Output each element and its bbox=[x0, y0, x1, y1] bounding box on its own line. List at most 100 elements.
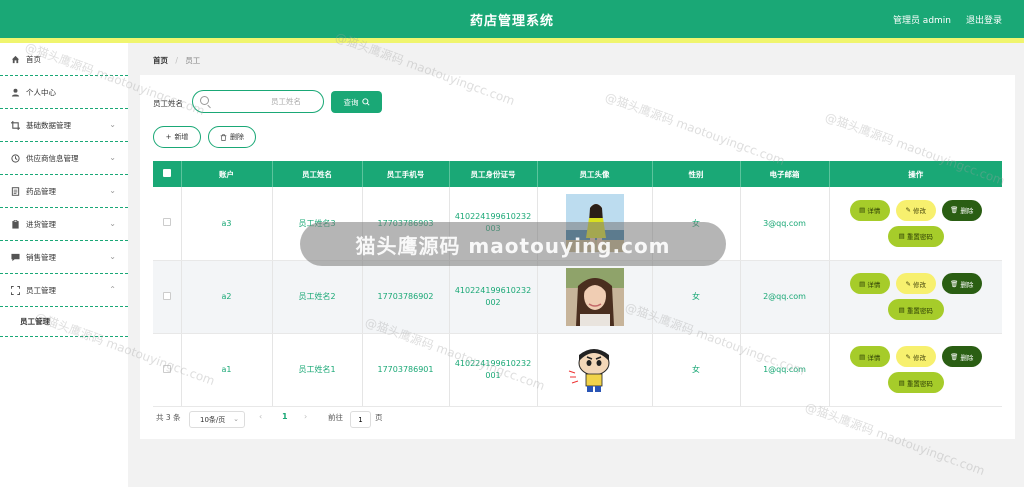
table-header: 操作 bbox=[829, 161, 1002, 187]
reset-password-button[interactable]: ▤ 重置密码 bbox=[887, 372, 944, 393]
table-header: 员工手机号 bbox=[362, 161, 450, 187]
gender-cell: 女 bbox=[652, 260, 741, 334]
chevron-down-icon: ⌄ bbox=[109, 153, 116, 162]
sidebar-item-purchase[interactable]: 进货管理 ⌄ bbox=[0, 208, 128, 241]
detail-label: 详情 bbox=[867, 280, 881, 289]
document-icon: ▤ bbox=[898, 232, 905, 241]
sidebar: 首页 个人中心 基础数据管理 ⌄ 供应商信息管理 ⌄ 药品管理 ⌄ 进货管理 ⌄ bbox=[0, 43, 128, 487]
user-icon bbox=[10, 87, 20, 97]
chevron-down-icon: ⌄ bbox=[233, 415, 239, 423]
delete-label: 删除 bbox=[960, 207, 974, 216]
plus-icon: + bbox=[165, 133, 172, 141]
trash-icon bbox=[220, 133, 227, 141]
row-checkbox[interactable] bbox=[162, 364, 171, 373]
sidebar-item-home[interactable]: 首页 bbox=[0, 43, 128, 76]
table-header: 性别 bbox=[652, 161, 741, 187]
sidebar-item-medicine[interactable]: 药品管理 ⌄ bbox=[0, 175, 128, 208]
breadcrumb: 首页 / 员工 bbox=[153, 55, 200, 66]
goto-label: 前往 bbox=[328, 413, 343, 422]
detail-button[interactable]: ▤ 详情 bbox=[849, 199, 890, 221]
delete-button[interactable]: 🗑 删除 bbox=[941, 199, 982, 221]
breadcrumb-separator: / bbox=[175, 56, 178, 65]
page-number-current[interactable]: 1 bbox=[282, 412, 288, 421]
edit-label: 修改 bbox=[912, 353, 926, 362]
header-accent-strip bbox=[0, 38, 1024, 43]
detail-label: 详情 bbox=[867, 207, 881, 216]
query-button[interactable]: 查询 bbox=[331, 91, 382, 113]
logout-link[interactable]: 退出登录 bbox=[966, 13, 1002, 26]
account-cell: a2 bbox=[181, 260, 273, 334]
gender-cell: 女 bbox=[652, 333, 741, 407]
email-cell: 3@qq.com bbox=[740, 187, 830, 261]
avatar-cell bbox=[537, 260, 653, 334]
page-size-select[interactable]: 10条/页 ⌄ bbox=[189, 411, 245, 428]
search-label: 员工姓名 bbox=[153, 99, 183, 108]
id-card-cell: 410224199610232001 bbox=[454, 358, 532, 380]
document-icon: ▤ bbox=[898, 305, 905, 314]
table-header-row: 账户 员工姓名 员工手机号 员工身份证号 员工头像 性别 电子邮箱 操作 bbox=[153, 161, 1002, 187]
chevron-down-icon: ⌄ bbox=[109, 252, 116, 261]
search-input[interactable] bbox=[215, 94, 315, 109]
document-icon: ▤ bbox=[859, 279, 866, 288]
edit-label: 修改 bbox=[912, 207, 926, 216]
table-header: 员工身份证号 bbox=[449, 161, 538, 187]
delete-label: 删除 bbox=[960, 353, 974, 362]
document-icon: ▤ bbox=[859, 206, 866, 215]
sidebar-item-label: 药品管理 bbox=[26, 186, 56, 196]
avatar-cell bbox=[537, 333, 653, 407]
phone-cell: 17703786901 bbox=[362, 333, 450, 407]
reset-password-button[interactable]: ▤ 重置密码 bbox=[887, 225, 944, 247]
page-unit-label: 页 bbox=[375, 413, 383, 422]
table-row: a1 员工姓名1 17703786901 410224199610232001 bbox=[153, 333, 1002, 407]
table-header: 电子邮箱 bbox=[740, 161, 830, 187]
sidebar-item-label: 供应商信息管理 bbox=[26, 153, 79, 163]
sidebar-item-profile[interactable]: 个人中心 bbox=[0, 76, 128, 109]
breadcrumb-home[interactable]: 首页 bbox=[153, 56, 168, 65]
phone-cell: 17703786902 bbox=[362, 260, 450, 334]
avatar[interactable] bbox=[565, 340, 624, 399]
edit-button[interactable]: ✎ 修改 bbox=[895, 199, 936, 221]
sidebar-subitem-employee-manage[interactable]: 员工管理 bbox=[0, 307, 128, 337]
pencil-icon: ✎ bbox=[905, 279, 911, 288]
select-all-checkbox[interactable] bbox=[162, 169, 171, 177]
sidebar-item-label: 基础数据管理 bbox=[26, 120, 71, 130]
trash-icon: 🗑 bbox=[950, 206, 959, 215]
chevron-down-icon: ⌄ bbox=[109, 186, 116, 195]
detail-button[interactable]: ▤ 详情 bbox=[849, 346, 890, 367]
sidebar-item-supplier[interactable]: 供应商信息管理 ⌄ bbox=[0, 142, 128, 175]
sidebar-item-employee[interactable]: 员工管理 ⌃ bbox=[0, 274, 128, 307]
select-all-cell[interactable] bbox=[153, 161, 182, 187]
query-button-label: 查询 bbox=[343, 97, 359, 107]
row-checkbox[interactable] bbox=[162, 218, 171, 227]
sidebar-item-label: 进货管理 bbox=[26, 219, 56, 229]
delete-button[interactable]: 🗑 删除 bbox=[941, 273, 982, 294]
table-header: 员工姓名 bbox=[272, 161, 363, 187]
reset-label: 重置密码 bbox=[906, 233, 933, 242]
add-button[interactable]: + 新增 bbox=[153, 126, 201, 148]
sidebar-item-sales[interactable]: 销售管理 ⌄ bbox=[0, 241, 128, 274]
top-header: 药店管理系统 管理员 admin 退出登录 bbox=[0, 0, 1024, 38]
search-icon bbox=[200, 96, 209, 105]
trash-icon: 🗑 bbox=[950, 352, 959, 361]
search-box bbox=[192, 90, 324, 113]
reset-password-button[interactable]: ▤ 重置密码 bbox=[887, 299, 944, 320]
reset-label: 重置密码 bbox=[906, 379, 933, 388]
edit-button[interactable]: ✎ 修改 bbox=[895, 346, 936, 367]
avatar[interactable] bbox=[565, 267, 624, 326]
sidebar-item-label: 首页 bbox=[26, 54, 41, 64]
row-checkbox[interactable] bbox=[162, 291, 171, 300]
chat-icon bbox=[10, 252, 20, 262]
chevron-down-icon: ⌄ bbox=[109, 120, 116, 129]
pencil-icon: ✎ bbox=[905, 206, 911, 215]
prev-page-button[interactable]: ‹ bbox=[259, 412, 262, 421]
page-size-value: 10条/页 bbox=[200, 415, 226, 424]
edit-button[interactable]: ✎ 修改 bbox=[895, 273, 936, 294]
fullscreen-icon bbox=[10, 285, 20, 295]
sidebar-item-basic-data[interactable]: 基础数据管理 ⌄ bbox=[0, 109, 128, 142]
goto-page-input[interactable] bbox=[350, 411, 371, 428]
delete-button[interactable]: 🗑 删除 bbox=[941, 346, 982, 367]
detail-button[interactable]: ▤ 详情 bbox=[849, 273, 890, 294]
breadcrumb-current: 员工 bbox=[185, 56, 201, 65]
next-page-button[interactable]: › bbox=[304, 412, 307, 421]
batch-delete-button[interactable]: 删除 bbox=[208, 126, 256, 148]
